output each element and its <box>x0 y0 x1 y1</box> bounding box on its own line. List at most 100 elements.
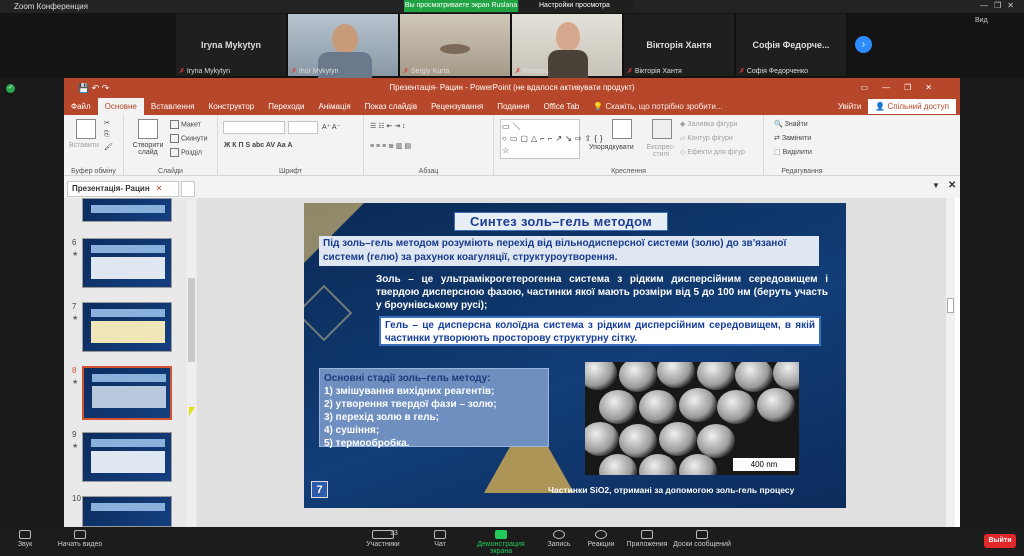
slide-thumbnail[interactable] <box>82 496 172 527</box>
slide-thumbnail[interactable] <box>82 432 172 482</box>
tab-animations[interactable]: Анімація <box>311 98 357 115</box>
view-button[interactable]: Вид <box>975 17 988 24</box>
powerpoint-window: 💾 ↶ ↷ Презентація- Рацин - PowerPoint (н… <box>64 78 960 527</box>
font-grow-icon[interactable]: A⁺ A⁻ <box>322 123 340 131</box>
font-size-input[interactable] <box>288 121 318 134</box>
slide-title[interactable]: Синтез золь–гель методом <box>454 212 668 231</box>
share-button[interactable]: 👤 Спільний доступ <box>868 99 956 114</box>
current-slide[interactable]: Синтез золь–гель методом Під золь–гель м… <box>304 203 846 508</box>
find-button[interactable]: 🔍 Знайти <box>774 120 808 128</box>
particle <box>619 424 657 458</box>
new-slide-icon[interactable] <box>138 119 158 139</box>
sol-definition[interactable]: Золь – це ультрамікрогетерогенна система… <box>376 273 828 312</box>
shape-effects-button[interactable]: ◇ Ефекти для фігур <box>680 148 745 156</box>
thumbnails-scrollbar[interactable] <box>187 200 196 527</box>
tab-design[interactable]: Конструктор <box>202 98 262 115</box>
section-button[interactable]: Розділ <box>170 148 202 157</box>
layout-button[interactable]: Макет <box>170 120 201 129</box>
replace-button[interactable]: ⇄ Замінити <box>774 134 811 142</box>
section-icon <box>170 148 179 157</box>
participant-tile[interactable]: Вікторія Хантя Вікторія Хантя <box>623 13 735 77</box>
document-tab[interactable]: Презентація- Рацин ✕ <box>67 181 179 197</box>
tab-file[interactable]: Файл <box>64 98 98 115</box>
participant-tile[interactable]: Софія Федорче... Софія Федорченко <box>735 13 847 77</box>
video-button[interactable]: Начать видео <box>52 527 108 548</box>
thumb-content <box>91 257 165 279</box>
particle <box>735 362 773 392</box>
tell-me-input[interactable]: 💡 Скажіть, що потрібно зробити... <box>586 98 729 115</box>
quick-styles-icon[interactable] <box>652 119 672 139</box>
record-button[interactable]: Запись <box>544 527 574 548</box>
quick-styles-button[interactable]: Експрес-стилі <box>642 144 680 158</box>
sem-image[interactable]: 400 nm <box>585 362 799 475</box>
participant-tile[interactable]: Iryna Mykytyn Iryna Mykytyn <box>175 13 287 77</box>
tab-transitions[interactable]: Переходи <box>261 98 311 115</box>
reactions-button[interactable]: Реакции <box>584 527 618 548</box>
next-page-icon[interactable]: › <box>855 36 872 53</box>
shield-icon[interactable]: ✓ <box>6 84 15 93</box>
arrange-icon[interactable] <box>612 119 632 139</box>
align-icons[interactable]: ≡ ≡ ≡ ≣ ▥ ▤ <box>370 142 411 150</box>
slide-thumbnail-selected[interactable] <box>82 366 172 420</box>
paste-icon[interactable] <box>76 119 96 139</box>
close-icon[interactable]: ✕ <box>156 184 163 193</box>
exit-button[interactable]: Выйти <box>984 534 1016 548</box>
tab-view[interactable]: Подання <box>490 98 536 115</box>
paste-button[interactable]: Вставити <box>69 142 99 149</box>
editor-scrollbar[interactable] <box>946 198 955 527</box>
tab-home[interactable]: Основне <box>97 98 144 115</box>
scrollbar-thumb[interactable] <box>947 298 954 313</box>
font-group: A⁺ A⁻ Ж К П S abc AV Aa A Шрифт <box>218 115 364 176</box>
particle <box>659 422 697 456</box>
whiteboards-button[interactable]: Доски сообщений <box>672 527 732 548</box>
new-tab-button[interactable] <box>181 181 195 197</box>
slide-thumbnail[interactable] <box>82 238 172 288</box>
chat-button[interactable]: Чат <box>426 527 454 548</box>
scrollbar-thumb[interactable] <box>188 278 195 362</box>
list-icons[interactable]: ☰ ☷ ⇤ ⇥ ↕ <box>370 122 406 130</box>
window-controls[interactable]: —❐✕ <box>980 1 1020 10</box>
slide-thumbnail[interactable] <box>82 302 172 352</box>
format-painter-icon[interactable]: 🖌 <box>104 143 113 151</box>
window-title: Zoom Конференция <box>14 2 88 11</box>
close-icon[interactable]: ✕ <box>948 180 956 191</box>
font-name-input[interactable] <box>223 121 285 134</box>
tab-slideshow[interactable]: Показ слайдів <box>358 98 424 115</box>
apps-button[interactable]: Приложения <box>624 527 670 548</box>
audio-button[interactable]: Звук <box>10 527 40 548</box>
shape-fill-button[interactable]: ◆ Заливка фігури <box>680 120 737 128</box>
definition-box[interactable]: Під золь–гель методом розуміють перехід … <box>319 236 819 266</box>
participant-video[interactable]: Sergiy Kurta <box>399 13 511 77</box>
shape-outline-button[interactable]: ▱ Контур фігури <box>680 134 733 142</box>
particle <box>657 362 695 388</box>
stages-box[interactable]: Основні стадії золь–гель методу: 1) зміш… <box>319 368 549 449</box>
reset-button[interactable]: Скинути <box>170 134 208 143</box>
window-controls[interactable]: ▭—❐✕ <box>861 78 946 98</box>
participants-button[interactable]: Участники <box>360 527 406 548</box>
share-screen-button[interactable]: Демонстрация экрана <box>466 527 536 555</box>
drawing-group: ▭＼○▭▢△⌐⌐↗↘⇨⇧{}☆ Упорядкувати Експрес-сти… <box>494 115 764 176</box>
cut-icon[interactable]: ✂ <box>104 119 110 127</box>
tab-insert[interactable]: Вставлення <box>144 98 202 115</box>
sign-in-link[interactable]: Увійти <box>831 98 868 115</box>
tab-officetab[interactable]: Office Tab <box>537 98 587 115</box>
image-caption[interactable]: Частинки SiO2, отримані за допомогою зол… <box>548 485 794 495</box>
view-options-button[interactable]: Настройки просмотра <box>518 0 634 12</box>
chevron-down-icon[interactable]: ▼ <box>932 181 940 190</box>
thumb-content <box>91 321 165 343</box>
tab-review[interactable]: Рецензування <box>424 98 490 115</box>
slide-thumbnail[interactable] <box>82 198 172 222</box>
stage-item: 4) сушіння; <box>324 425 380 436</box>
copy-icon[interactable]: ⎘ <box>104 131 110 139</box>
format-buttons[interactable]: Ж К П S abc AV Aa A <box>224 142 292 149</box>
new-slide-button[interactable]: Створити слайд <box>130 142 166 156</box>
thumb-content <box>91 439 165 447</box>
microphone-icon <box>19 530 31 539</box>
replace-icon: ⇄ <box>774 135 782 142</box>
participant-video[interactable]: Ruslana <box>511 13 623 78</box>
arrange-button[interactable]: Упорядкувати <box>589 144 634 151</box>
participant-video[interactable]: Ihor Mykytyn <box>287 13 399 78</box>
gel-definition-box[interactable]: Гель – це дисперсна колоїдна система з р… <box>379 316 821 346</box>
select-button[interactable]: ⬚ Виділити <box>774 148 812 156</box>
shapes-gallery[interactable]: ▭＼○▭▢△⌐⌐↗↘⇨⇧{}☆ <box>500 119 603 159</box>
